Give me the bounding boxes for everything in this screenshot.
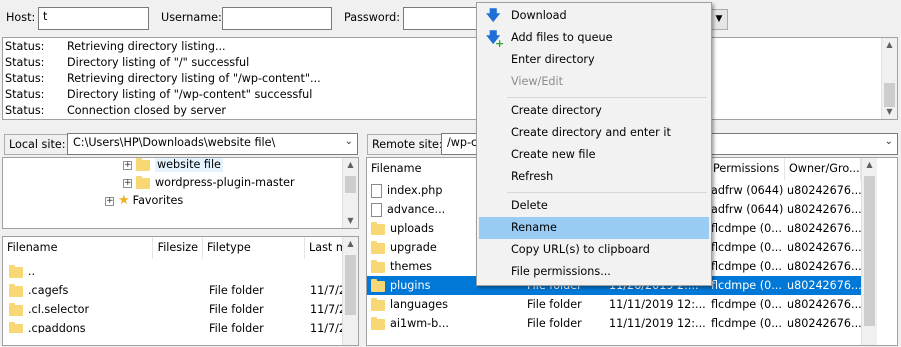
- scroll-up-icon[interactable]: ▲: [882, 38, 897, 52]
- list-item[interactable]: .cl.selector File folder 11/7/2: [3, 300, 346, 319]
- menu-item-view-edit: View/Edit: [511, 75, 563, 88]
- folder-icon: [9, 321, 23, 333]
- column-header-permissions[interactable]: Permissions: [709, 158, 785, 180]
- menu-item-enter-directory[interactable]: Enter directory: [479, 49, 709, 71]
- folder-icon: [371, 316, 385, 330]
- menu-item-delete[interactable]: Delete: [479, 195, 709, 217]
- list-item[interactable]: .cagefs File folder 11/7/2: [3, 281, 346, 300]
- log-row: Status: Retrieving directory listing...: [5, 40, 226, 53]
- remote-site-label: Remote site:: [367, 134, 448, 155]
- log-row: Status: Directory listing of "/wp-content…: [5, 88, 313, 101]
- scroll-up-icon[interactable]: ▲: [343, 158, 358, 172]
- menu-item-copy-url[interactable]: Copy URL(s) to clipboard: [479, 239, 709, 261]
- expand-icon[interactable]: +: [123, 160, 132, 170]
- scroll-up-icon[interactable]: ▲: [343, 237, 358, 251]
- log-row: Status: Retrieving directory listing of "…: [5, 72, 321, 85]
- chevron-down-icon[interactable]: ⌄: [885, 136, 893, 147]
- menu-item-rename[interactable]: Rename: [479, 217, 709, 239]
- host-input[interactable]: t: [38, 7, 149, 30]
- folder-icon: [9, 283, 23, 297]
- remote-list-scrollbar[interactable]: ▲: [861, 158, 877, 345]
- menu-separator: [507, 192, 707, 193]
- menu-item-refresh[interactable]: Refresh: [479, 166, 709, 188]
- scroll-thumb[interactable]: [345, 176, 356, 193]
- star-icon: ★: [118, 193, 130, 208]
- folder-icon: [371, 259, 385, 273]
- folder-icon: [371, 221, 385, 235]
- scroll-down-icon[interactable]: ▼: [882, 105, 897, 119]
- column-header-owner-group[interactable]: Owner/Gro...: [785, 158, 861, 180]
- menu-item-file-permissions[interactable]: File permissions...: [479, 261, 709, 283]
- scroll-thumb[interactable]: [345, 255, 356, 315]
- context-menu: 🡇 Download 🡇 + Add files to queue Enter …: [476, 2, 712, 286]
- username-input[interactable]: [222, 7, 332, 30]
- remote-site-path-text: /wp-c: [447, 136, 478, 149]
- column-header-filesize[interactable]: Filesize: [153, 237, 203, 259]
- expand-icon[interactable]: +: [123, 178, 132, 188]
- menu-item-download[interactable]: 🡇 Download: [479, 5, 709, 27]
- scroll-up-icon[interactable]: ▲: [862, 158, 877, 172]
- tree-item-favorites[interactable]: + ★ Favorites: [105, 192, 183, 210]
- scroll-down-icon[interactable]: ▼: [343, 214, 358, 228]
- folder-icon: [136, 158, 150, 171]
- chevron-down-icon[interactable]: ⌄: [345, 136, 353, 147]
- expand-icon[interactable]: +: [105, 196, 114, 206]
- local-site-path-input[interactable]: C:\Users\HP\Downloads\website file\ ⌄: [67, 133, 358, 155]
- menu-item-create-new-file[interactable]: Create new file: [479, 144, 709, 166]
- menu-item-add-files-to-queue[interactable]: 🡇 + Add files to queue: [479, 27, 709, 50]
- tree-item-website-file[interactable]: + website file: [123, 158, 223, 174]
- scroll-thumb[interactable]: [864, 176, 875, 326]
- list-item[interactable]: .cpaddons File folder 11/7/2: [3, 319, 343, 333]
- username-label: Username:: [161, 11, 222, 24]
- remote-site-path-input[interactable]: /wp-c: [441, 133, 481, 155]
- table-row[interactable]: languages File folder 11/11/2019 12:... …: [367, 295, 862, 314]
- local-file-list: Filename Filesize Filetype Last m .. .ca…: [2, 236, 359, 346]
- file-icon: [371, 203, 382, 217]
- chevron-down-icon: ▼: [715, 14, 723, 24]
- column-header-last-modified[interactable]: Last m: [305, 237, 347, 259]
- host-label: Host:: [6, 11, 36, 24]
- password-input[interactable]: [403, 7, 478, 30]
- folder-icon: [371, 278, 385, 292]
- local-site-label: Local site:: [4, 134, 71, 155]
- file-icon: [371, 184, 382, 198]
- menu-item-create-directory-and-enter[interactable]: Create directory and enter it: [479, 122, 709, 144]
- quickconnect-dropdown-button[interactable]: ▼: [710, 9, 728, 30]
- local-tree-scrollbar[interactable]: ▲ ▼: [342, 158, 358, 228]
- folder-icon: [9, 302, 23, 316]
- message-log: Status: Retrieving directory listing... S…: [2, 37, 898, 120]
- log-row: Status: Directory listing of "/" successf…: [5, 56, 250, 69]
- menu-item-create-directory[interactable]: Create directory: [479, 100, 709, 122]
- list-item[interactable]: ..: [3, 262, 343, 281]
- table-row[interactable]: ai1wm-b... File folder 11/11/2019 12:...…: [367, 314, 862, 333]
- tree-item-wordpress-plugin-master[interactable]: + wordpress-plugin-master: [123, 174, 295, 192]
- local-directory-tree: + website file + wordpress-plugin-master +…: [2, 157, 359, 229]
- log-scrollbar[interactable]: ▲ ▼: [881, 38, 897, 119]
- column-header-filename[interactable]: Filename: [3, 237, 153, 259]
- log-row: Status: Connection closed by server: [5, 104, 227, 117]
- column-header-filetype[interactable]: Filetype: [203, 237, 305, 259]
- scroll-thumb[interactable]: [884, 83, 895, 107]
- remote-site-path-input-tail[interactable]: ⌄: [712, 133, 898, 155]
- folder-icon: [136, 175, 150, 189]
- local-list-scrollbar[interactable]: ▲: [342, 237, 358, 345]
- folder-icon: [371, 240, 385, 254]
- download-arrow-icon: 🡇: [486, 8, 501, 24]
- folder-icon: [9, 264, 23, 278]
- folder-icon: [371, 297, 385, 311]
- local-site-path-text: C:\Users\HP\Downloads\website file\: [73, 136, 276, 149]
- password-label: Password:: [344, 11, 401, 24]
- menu-separator: [507, 97, 707, 98]
